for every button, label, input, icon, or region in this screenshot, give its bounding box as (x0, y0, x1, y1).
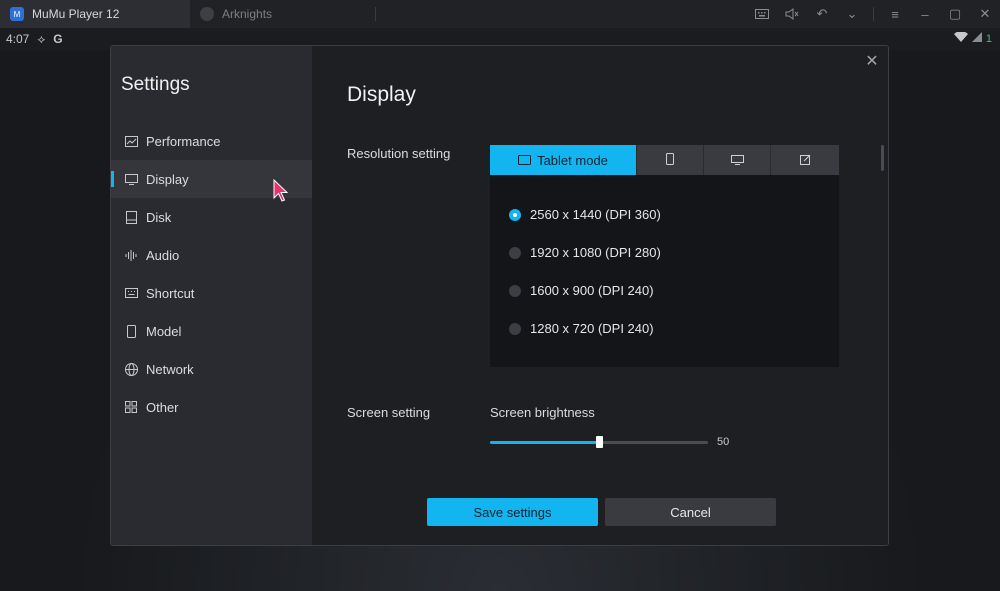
settings-title: Settings (121, 74, 190, 95)
sidebar-item-performance[interactable]: Performance (111, 122, 312, 160)
radio-button[interactable] (509, 246, 521, 259)
phone-icon (124, 324, 138, 338)
menu-icon[interactable]: ≡ (880, 0, 910, 28)
resolution-option-2560[interactable]: 2560 x 1440 (DPI 360) (509, 207, 661, 222)
sidebar-item-disk[interactable]: Disk (111, 198, 312, 236)
sidebar-item-other[interactable]: Other (111, 388, 312, 426)
sidebar-item-label: Model (146, 323, 182, 339)
settings-sidebar: Settings Performance Display Disk Audio … (111, 46, 312, 545)
notification-badge: 1 (985, 32, 992, 45)
phone-icon (666, 152, 674, 168)
status-time: 4:07 (6, 32, 30, 46)
sidebar-item-label: Other (146, 399, 179, 415)
phone-mode-button[interactable] (637, 145, 704, 175)
brightness-value: 50 (717, 436, 730, 448)
brightness-slider[interactable] (490, 436, 708, 448)
screen-brightness-label: Screen brightness (490, 405, 595, 420)
sidebar-item-shortcut[interactable]: Shortcut (111, 274, 312, 312)
mute-icon[interactable] (777, 0, 807, 28)
divider (873, 7, 874, 21)
minimize-icon[interactable]: – (910, 0, 940, 28)
sidebar-item-label: Network (146, 361, 194, 377)
monitor-icon (730, 153, 744, 168)
settings-nav: Performance Display Disk Audio Shortcut … (111, 122, 312, 426)
resolution-label: 2560 x 1440 (DPI 360) (530, 207, 661, 222)
display-icon (124, 172, 138, 186)
tab-mumu-label: MuMu Player 12 (32, 7, 120, 21)
sidebar-item-label: Shortcut (146, 285, 195, 301)
resolution-options: 2560 x 1440 (DPI 360) 1920 x 1080 (DPI 2… (490, 175, 839, 367)
undo-icon[interactable]: ↶ (807, 0, 837, 28)
radio-button[interactable] (509, 284, 521, 297)
grid-icon (124, 400, 138, 414)
wifi-icon (953, 31, 968, 45)
performance-icon (124, 134, 138, 148)
monitor-mode-button[interactable] (704, 145, 771, 175)
mouse-cursor-icon (273, 179, 289, 202)
mode-selector: Tablet mode (490, 145, 839, 175)
sidebar-item-label: Disk (146, 209, 172, 225)
sidebar-item-audio[interactable]: Audio (111, 236, 312, 274)
sidebar-item-label: Audio (146, 247, 180, 263)
google-icon: G (53, 32, 63, 46)
settings-dialog: Settings Performance Display Disk Audio … (110, 45, 889, 546)
sidebar-item-label: Display (146, 171, 189, 187)
radio-button[interactable] (509, 322, 521, 335)
tab-arknights[interactable]: Arknights (190, 7, 376, 21)
sidebar-item-network[interactable]: Network (111, 350, 312, 388)
radio-button-checked[interactable] (509, 208, 521, 221)
slider-thumb[interactable] (596, 436, 603, 448)
tab-arknights-label: Arknights (222, 7, 273, 21)
edit-icon (799, 153, 811, 168)
screen-setting-label: Screen setting (347, 405, 431, 420)
globe-icon (124, 362, 138, 376)
tablet-icon (518, 153, 532, 168)
tab-mumu-player[interactable]: M MuMu Player 12 (0, 0, 190, 28)
tablet-mode-button[interactable]: Tablet mode (490, 145, 637, 175)
close-window-icon[interactable]: ✕ (970, 0, 1000, 28)
resolution-label: 1920 x 1080 (DPI 280) (530, 245, 661, 260)
status-icons: 1 (953, 31, 992, 45)
resolution-label: 1600 x 900 (DPI 240) (530, 283, 654, 298)
chevron-down-icon[interactable]: ⌄ (837, 0, 867, 28)
signal-icon (971, 32, 982, 45)
close-icon[interactable]: ✕ (864, 54, 880, 70)
title-bar: M MuMu Player 12 Arknights ↶ ⌄ ≡ – ▢ ✕ (0, 0, 1000, 28)
shield-status-icon: ⟡ (37, 31, 46, 46)
audio-icon (124, 248, 138, 262)
display-settings-panel: ✕ Display Resolution setting Tablet mode (312, 46, 888, 545)
sidebar-item-model[interactable]: Model (111, 312, 312, 350)
sidebar-item-label: Performance (146, 133, 221, 149)
resolution-option-1920[interactable]: 1920 x 1080 (DPI 280) (509, 245, 661, 260)
maximize-icon[interactable]: ▢ (940, 0, 970, 28)
slider-fill (490, 441, 599, 444)
save-settings-button[interactable]: Save settings (427, 498, 598, 526)
resolution-option-1600[interactable]: 1600 x 900 (DPI 240) (509, 283, 654, 298)
keyboard-icon[interactable] (747, 0, 777, 28)
page-title: Display (347, 83, 416, 106)
resolution-setting-label: Resolution setting (347, 146, 451, 161)
arknights-logo-icon (200, 7, 214, 21)
keyboard-icon (124, 286, 138, 300)
window-controls: ↶ ⌄ ≡ – ▢ ✕ (747, 0, 1000, 28)
resolution-label: 1280 x 720 (DPI 240) (530, 321, 654, 336)
mumu-logo-icon: M (10, 7, 24, 21)
disk-icon (124, 210, 138, 224)
custom-mode-button[interactable] (771, 145, 839, 175)
resolution-option-1280[interactable]: 1280 x 720 (DPI 240) (509, 321, 654, 336)
tablet-mode-label: Tablet mode (537, 152, 608, 168)
cancel-button[interactable]: Cancel (605, 498, 776, 526)
scrollbar[interactable] (881, 145, 884, 171)
